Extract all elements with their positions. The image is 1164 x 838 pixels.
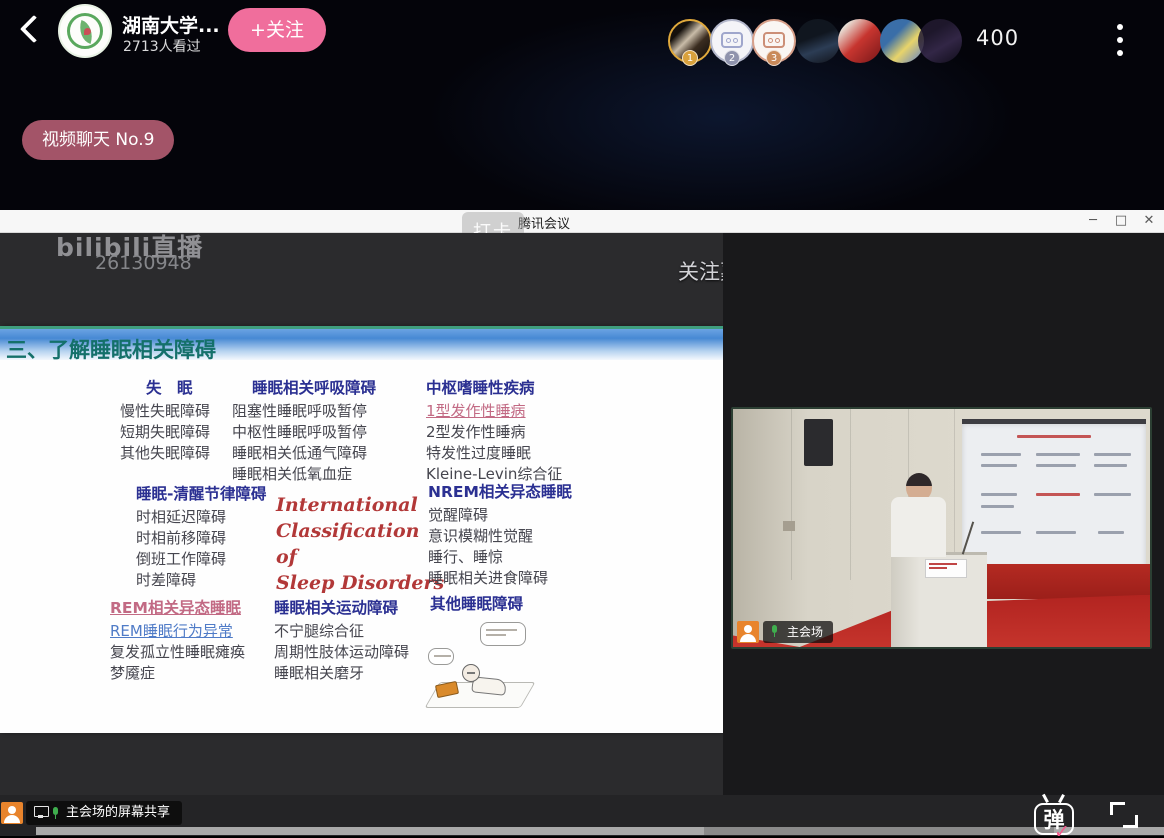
group-item: 梦魇症 xyxy=(110,663,245,684)
icsd-line: Sleep Disorders xyxy=(276,570,446,596)
tv-face-icon xyxy=(763,32,785,48)
group-header: 其他睡眠障碍 xyxy=(430,594,523,615)
follow-button[interactable]: +关注 xyxy=(228,8,326,52)
person-icon xyxy=(737,621,759,643)
group-item: 觉醒障碍 xyxy=(428,505,572,526)
group-header: 睡眠相关运动障碍 xyxy=(274,598,409,619)
room-id: 26130948 xyxy=(95,252,192,274)
slide-group-rem: REM相关异态睡眠 REM睡眠行为异常 复发孤立性睡眠瘫痪 梦魇症 xyxy=(110,598,245,684)
speech-bubble xyxy=(428,648,454,665)
slide-group-insomnia: 失 眠 慢性失眠障碍 短期失眠障碍 其他失眠障碍 xyxy=(120,378,210,464)
rank2-badge: 2 xyxy=(724,50,740,66)
projection-screen xyxy=(962,419,1145,569)
group-item: 周期性肢体运动障碍 xyxy=(274,642,409,663)
microphone-icon xyxy=(51,807,59,818)
slide-title: 三、了解睡眠相关障碍 xyxy=(6,334,216,364)
tv-antenna xyxy=(1042,794,1048,803)
group-item: 时相前移障碍 xyxy=(136,528,266,549)
group-item: 短期失眠障碍 xyxy=(120,422,210,443)
icsd-note: International Classification of Sleep Di… xyxy=(276,492,446,596)
back-icon[interactable] xyxy=(14,14,48,48)
group-item: 睡眠相关低氧血症 xyxy=(232,464,376,485)
slide-group-movement: 睡眠相关运动障碍 不宁腿综合征 周期性肢体运动障碍 睡眠相关磨牙 xyxy=(274,598,409,684)
group-item: 不宁腿综合征 xyxy=(274,621,409,642)
group-item: 1型发作性睡病 xyxy=(426,401,562,422)
rank3-badge: 3 xyxy=(766,50,782,66)
more-menu-icon[interactable] xyxy=(1116,24,1124,60)
group-item: 时差障碍 xyxy=(136,570,266,591)
person-icon xyxy=(1,802,23,824)
minimize-button[interactable]: ─ xyxy=(1082,213,1104,228)
cartoon-head xyxy=(462,664,480,682)
group-item: 2型发作性睡病 xyxy=(426,422,562,443)
danmaku-toggle-button[interactable]: 弹 ✓ xyxy=(1032,795,1078,838)
speech-bubble xyxy=(480,622,526,646)
presenter-body xyxy=(891,497,945,557)
close-button[interactable]: ✕ xyxy=(1138,213,1160,228)
venue-video-feed[interactable]: 主会场 xyxy=(731,407,1152,649)
group-item: 特发性过度睡眠 xyxy=(426,443,562,464)
maximize-button[interactable]: □ xyxy=(1110,213,1132,228)
slide-title-band: 三、了解睡眠相关障碍 xyxy=(0,326,723,360)
online-count: 400 xyxy=(976,26,1019,50)
venue-label: 主会场 xyxy=(763,621,833,643)
screen-share-region: 三、了解睡眠相关障碍 失 眠 慢性失眠障碍 短期失眠障碍 其他失眠障碍 睡眠相关… xyxy=(0,233,723,795)
video-chat-rank-badge: 视频聊天 No.9 xyxy=(22,120,174,160)
group-item: REM睡眠行为异常 xyxy=(110,621,245,642)
slide-group-breathing: 睡眠相关呼吸障碍 阻塞性睡眠呼吸暂停 中枢性睡眠呼吸暂停 睡眠相关低通气障碍 睡… xyxy=(232,378,376,485)
microphone-icon xyxy=(770,625,778,636)
group-header: REM相关异态睡眠 xyxy=(110,598,245,619)
group-header: 睡眠相关呼吸障碍 xyxy=(252,378,376,399)
group-item: 睡眠相关低通气障碍 xyxy=(232,443,376,464)
podium-name-card xyxy=(925,559,967,578)
viewer-avatar[interactable] xyxy=(918,19,962,63)
group-item: 睡眠相关磨牙 xyxy=(274,663,409,684)
channel-name: 湖南大学... xyxy=(122,11,220,38)
slide-group-circadian: 睡眠-清醒节律障碍 时相延迟障碍 时相前移障碍 倒班工作障碍 时差障碍 xyxy=(136,484,266,591)
tv-antenna xyxy=(1058,794,1064,803)
group-header: 中枢嗜睡性疾病 xyxy=(426,378,562,399)
group-header: 失 眠 xyxy=(146,378,210,399)
fullscreen-button[interactable] xyxy=(1108,800,1140,830)
icsd-line: International xyxy=(276,492,446,518)
group-item: 复发孤立性睡眠瘫痪 xyxy=(110,642,245,663)
logo-dot xyxy=(84,28,91,35)
viewer-avatar[interactable] xyxy=(838,19,882,63)
venue-label-text: 主会场 xyxy=(787,625,823,639)
group-item: 睡行、睡惊 xyxy=(428,547,572,568)
group-item: 倒班工作障碍 xyxy=(136,549,266,570)
viewer-count: 2713人看过 xyxy=(123,36,201,56)
wall-plate xyxy=(783,521,795,531)
meeting-video-panel: 主会场 xyxy=(723,233,1164,795)
slide-group-nrem: NREM相关异态睡眠 觉醒障碍 意识模糊性觉醒 睡行、睡惊 睡眠相关进食障碍 xyxy=(428,482,572,589)
live-stream-page: 湖南大学... 2713人看过 +关注 1 2 3 400 视频聊天 No.9 … xyxy=(0,0,1164,838)
icsd-line: Classification of xyxy=(276,518,446,570)
meeting-window-title: 腾讯会议 xyxy=(518,213,570,232)
viewer-avatar[interactable] xyxy=(796,19,840,63)
rank1-badge: 1 xyxy=(682,50,698,66)
group-header: NREM相关异态睡眠 xyxy=(428,482,572,503)
horizontal-scrollbar[interactable] xyxy=(36,827,1164,835)
slide-group-hypersomnia: 中枢嗜睡性疾病 1型发作性睡病 2型发作性睡病 特发性过度睡眠 Kleine-L… xyxy=(426,378,562,485)
group-item: 阻塞性睡眠呼吸暂停 xyxy=(232,401,376,422)
share-status-pill: 主会场的屏幕共享 xyxy=(26,801,182,825)
wall-speaker xyxy=(804,419,833,467)
slide-group-other: 其他睡眠障碍 xyxy=(430,594,523,617)
group-item: 意识模糊性觉醒 xyxy=(428,526,572,547)
scrollbar-thumb[interactable] xyxy=(704,827,1054,835)
group-item: 慢性失眠障碍 xyxy=(120,401,210,422)
screen-share-icon xyxy=(34,806,48,817)
channel-avatar[interactable] xyxy=(58,4,112,58)
group-item: 时相延迟障碍 xyxy=(136,507,266,528)
sleep-cartoon xyxy=(428,622,538,714)
bottom-status-bar: 主会场的屏幕共享 xyxy=(0,795,1164,838)
share-status-text: 主会场的屏幕共享 xyxy=(66,805,170,820)
group-header: 睡眠-清醒节律障碍 xyxy=(136,484,266,505)
group-item: 中枢性睡眠呼吸暂停 xyxy=(232,422,376,443)
group-item: 睡眠相关进食障碍 xyxy=(428,568,572,589)
presentation-slide: 三、了解睡眠相关障碍 失 眠 慢性失眠障碍 短期失眠障碍 其他失眠障碍 睡眠相关… xyxy=(0,326,723,733)
group-item: 其他失眠障碍 xyxy=(120,443,210,464)
tv-face-icon xyxy=(721,32,743,48)
